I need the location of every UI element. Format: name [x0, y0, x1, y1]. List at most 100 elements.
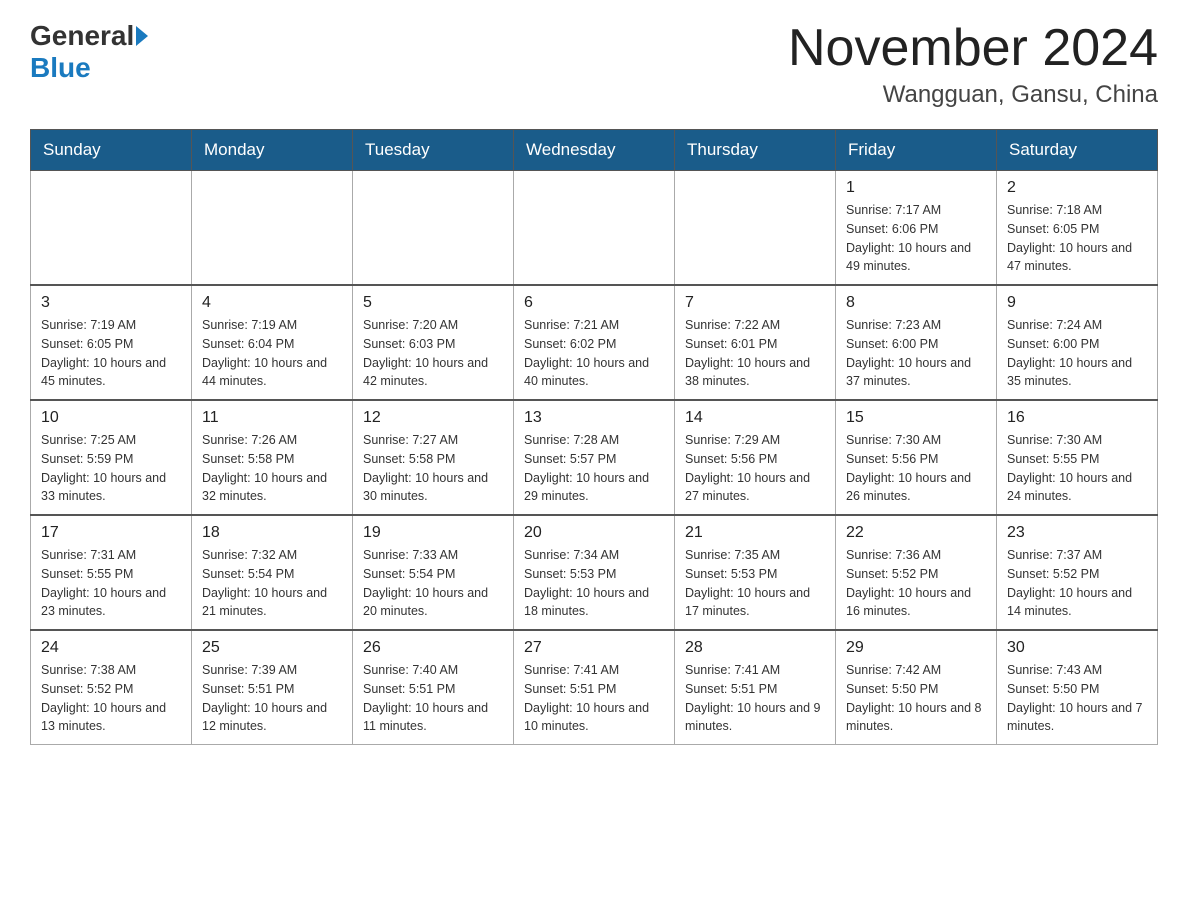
day-number: 1: [846, 179, 986, 197]
sun-info: Sunrise: 7:41 AM Sunset: 5:51 PM Dayligh…: [524, 661, 664, 736]
sun-info: Sunrise: 7:29 AM Sunset: 5:56 PM Dayligh…: [685, 431, 825, 506]
sun-info: Sunrise: 7:32 AM Sunset: 5:54 PM Dayligh…: [202, 546, 342, 621]
table-row: 19 Sunrise: 7:33 AM Sunset: 5:54 PM Dayli…: [353, 515, 514, 630]
day-number: 28: [685, 639, 825, 657]
table-row: 24 Sunrise: 7:38 AM Sunset: 5:52 PM Dayli…: [31, 630, 192, 745]
sun-info: Sunrise: 7:41 AM Sunset: 5:51 PM Dayligh…: [685, 661, 825, 736]
table-row: 13 Sunrise: 7:28 AM Sunset: 5:57 PM Dayli…: [514, 400, 675, 515]
table-row: 30 Sunrise: 7:43 AM Sunset: 5:50 PM Dayli…: [997, 630, 1158, 745]
sun-info: Sunrise: 7:31 AM Sunset: 5:55 PM Dayligh…: [41, 546, 181, 621]
table-row: [675, 171, 836, 286]
sun-info: Sunrise: 7:33 AM Sunset: 5:54 PM Dayligh…: [363, 546, 503, 621]
table-row: 5 Sunrise: 7:20 AM Sunset: 6:03 PM Daylig…: [353, 285, 514, 400]
table-row: 27 Sunrise: 7:41 AM Sunset: 5:51 PM Dayli…: [514, 630, 675, 745]
sun-info: Sunrise: 7:40 AM Sunset: 5:51 PM Dayligh…: [363, 661, 503, 736]
table-row: 17 Sunrise: 7:31 AM Sunset: 5:55 PM Dayli…: [31, 515, 192, 630]
sun-info: Sunrise: 7:18 AM Sunset: 6:05 PM Dayligh…: [1007, 201, 1147, 276]
table-row: [192, 171, 353, 286]
table-row: 1 Sunrise: 7:17 AM Sunset: 6:06 PM Daylig…: [836, 171, 997, 286]
table-row: [514, 171, 675, 286]
table-row: 12 Sunrise: 7:27 AM Sunset: 5:58 PM Dayli…: [353, 400, 514, 515]
calendar-week-row: 24 Sunrise: 7:38 AM Sunset: 5:52 PM Dayli…: [31, 630, 1158, 745]
day-number: 22: [846, 524, 986, 542]
sun-info: Sunrise: 7:43 AM Sunset: 5:50 PM Dayligh…: [1007, 661, 1147, 736]
sun-info: Sunrise: 7:42 AM Sunset: 5:50 PM Dayligh…: [846, 661, 986, 736]
day-number: 29: [846, 639, 986, 657]
location-title: Wangguan, Gansu, China: [788, 81, 1158, 109]
table-row: 4Sunrise: 7:19 AM Sunset: 6:04 PM Daylig…: [192, 285, 353, 400]
table-row: 23Sunrise: 7:37 AM Sunset: 5:52 PM Dayli…: [997, 515, 1158, 630]
sun-info: Sunrise: 7:19 AM Sunset: 6:04 PM Dayligh…: [202, 316, 342, 391]
sun-info: Sunrise: 7:21 AM Sunset: 6:02 PM Dayligh…: [524, 316, 664, 391]
sun-info: Sunrise: 7:22 AM Sunset: 6:01 PM Dayligh…: [685, 316, 825, 391]
table-row: 16 Sunrise: 7:30 AM Sunset: 5:55 PM Dayli…: [997, 400, 1158, 515]
day-number: 5: [363, 294, 503, 312]
calendar-week-row: 17 Sunrise: 7:31 AM Sunset: 5:55 PM Dayli…: [31, 515, 1158, 630]
header-saturday: Saturday: [997, 130, 1158, 171]
sun-info: Sunrise: 7:25 AM Sunset: 5:59 PM Dayligh…: [41, 431, 181, 506]
day-number: 6: [524, 294, 664, 312]
weekday-header-row: Sunday Monday Tuesday Wednesday Thursday…: [31, 130, 1158, 171]
day-number: 19: [363, 524, 503, 542]
sun-info: Sunrise: 7:17 AM Sunset: 6:06 PM Dayligh…: [846, 201, 986, 276]
sun-info: Sunrise: 7:30 AM Sunset: 5:56 PM Dayligh…: [846, 431, 986, 506]
day-number: 7: [685, 294, 825, 312]
sun-info: Sunrise: 7:19 AM Sunset: 6:05 PM Dayligh…: [41, 316, 181, 391]
sun-info: Sunrise: 7:38 AM Sunset: 5:52 PM Dayligh…: [41, 661, 181, 736]
logo-blue-text: Blue: [30, 52, 91, 84]
page-header: General Blue November 2024 Wangguan, Gan…: [30, 20, 1158, 109]
day-number: 2: [1007, 179, 1147, 197]
sun-info: Sunrise: 7:34 AM Sunset: 5:53 PM Dayligh…: [524, 546, 664, 621]
sun-info: Sunrise: 7:27 AM Sunset: 5:58 PM Dayligh…: [363, 431, 503, 506]
table-row: 18Sunrise: 7:32 AM Sunset: 5:54 PM Dayli…: [192, 515, 353, 630]
sun-info: Sunrise: 7:35 AM Sunset: 5:53 PM Dayligh…: [685, 546, 825, 621]
table-row: [31, 171, 192, 286]
table-row: 9 Sunrise: 7:24 AM Sunset: 6:00 PM Daylig…: [997, 285, 1158, 400]
sun-info: Sunrise: 7:28 AM Sunset: 5:57 PM Dayligh…: [524, 431, 664, 506]
day-number: 21: [685, 524, 825, 542]
sun-info: Sunrise: 7:20 AM Sunset: 6:03 PM Dayligh…: [363, 316, 503, 391]
header-friday: Friday: [836, 130, 997, 171]
day-number: 14: [685, 409, 825, 427]
sun-info: Sunrise: 7:36 AM Sunset: 5:52 PM Dayligh…: [846, 546, 986, 621]
day-number: 15: [846, 409, 986, 427]
logo-arrow-icon: [136, 26, 148, 46]
day-number: 9: [1007, 294, 1147, 312]
table-row: 25 Sunrise: 7:39 AM Sunset: 5:51 PM Dayli…: [192, 630, 353, 745]
sun-info: Sunrise: 7:37 AM Sunset: 5:52 PM Dayligh…: [1007, 546, 1147, 621]
sun-info: Sunrise: 7:23 AM Sunset: 6:00 PM Dayligh…: [846, 316, 986, 391]
table-row: 10Sunrise: 7:25 AM Sunset: 5:59 PM Dayli…: [31, 400, 192, 515]
calendar-week-row: 3 Sunrise: 7:19 AM Sunset: 6:05 PM Daylig…: [31, 285, 1158, 400]
day-number: 16: [1007, 409, 1147, 427]
sun-info: Sunrise: 7:24 AM Sunset: 6:00 PM Dayligh…: [1007, 316, 1147, 391]
day-number: 3: [41, 294, 181, 312]
table-row: 2 Sunrise: 7:18 AM Sunset: 6:05 PM Daylig…: [997, 171, 1158, 286]
sun-info: Sunrise: 7:26 AM Sunset: 5:58 PM Dayligh…: [202, 431, 342, 506]
header-sunday: Sunday: [31, 130, 192, 171]
day-number: 13: [524, 409, 664, 427]
day-number: 27: [524, 639, 664, 657]
table-row: 26Sunrise: 7:40 AM Sunset: 5:51 PM Dayli…: [353, 630, 514, 745]
calendar-week-row: 1 Sunrise: 7:17 AM Sunset: 6:06 PM Daylig…: [31, 171, 1158, 286]
day-number: 11: [202, 409, 342, 427]
table-row: 15 Sunrise: 7:30 AM Sunset: 5:56 PM Dayli…: [836, 400, 997, 515]
sun-info: Sunrise: 7:30 AM Sunset: 5:55 PM Dayligh…: [1007, 431, 1147, 506]
day-number: 30: [1007, 639, 1147, 657]
header-thursday: Thursday: [675, 130, 836, 171]
calendar-week-row: 10Sunrise: 7:25 AM Sunset: 5:59 PM Dayli…: [31, 400, 1158, 515]
table-row: 28 Sunrise: 7:41 AM Sunset: 5:51 PM Dayli…: [675, 630, 836, 745]
title-block: November 2024 Wangguan, Gansu, China: [788, 20, 1158, 109]
month-title: November 2024: [788, 20, 1158, 77]
table-row: 29 Sunrise: 7:42 AM Sunset: 5:50 PM Dayli…: [836, 630, 997, 745]
logo-general-text: General: [30, 20, 134, 52]
logo: General Blue: [30, 20, 150, 84]
day-number: 8: [846, 294, 986, 312]
day-number: 17: [41, 524, 181, 542]
day-number: 12: [363, 409, 503, 427]
table-row: 14 Sunrise: 7:29 AM Sunset: 5:56 PM Dayli…: [675, 400, 836, 515]
day-number: 25: [202, 639, 342, 657]
table-row: 7 Sunrise: 7:22 AM Sunset: 6:01 PM Daylig…: [675, 285, 836, 400]
table-row: 21 Sunrise: 7:35 AM Sunset: 5:53 PM Dayli…: [675, 515, 836, 630]
sun-info: Sunrise: 7:39 AM Sunset: 5:51 PM Dayligh…: [202, 661, 342, 736]
day-number: 24: [41, 639, 181, 657]
